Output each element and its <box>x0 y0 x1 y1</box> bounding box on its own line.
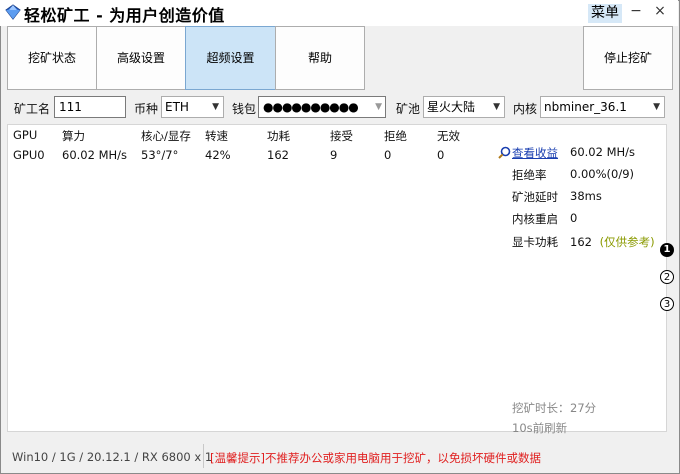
table-cell: 162 <box>267 148 289 162</box>
window-title: 轻松矿工 - 为用户创造价值 <box>24 6 225 25</box>
hashrate-value: 60.02 MH/s <box>570 145 636 159</box>
page-3-button[interactable]: 3 <box>660 297 674 311</box>
coin-select[interactable]: ETH ▼ <box>161 96 224 118</box>
pool-latency-label: 矿池延时 <box>512 190 558 204</box>
gpu-power-number: 162 <box>570 235 592 249</box>
gpu-table-header: 功耗 <box>267 129 290 143</box>
worker-name-label: 矿工名 <box>14 102 51 116</box>
chevron-down-icon: ▼ <box>375 102 382 112</box>
pool-select[interactable]: 星火大陆 ▼ <box>423 96 505 118</box>
minimize-button[interactable]: − <box>628 3 644 23</box>
page-1-button[interactable]: 1 <box>660 243 674 257</box>
status-divider <box>203 444 204 468</box>
reject-rate-label: 拒绝率 <box>512 168 547 182</box>
table-cell: 60.02 MH/s <box>62 148 128 162</box>
coin-select-value: ETH <box>165 100 189 114</box>
page-2-button[interactable]: 2 <box>660 270 674 284</box>
close-button[interactable]: × <box>652 3 668 23</box>
pool-latency-value: 38ms <box>570 189 602 203</box>
reject-rate-value: 0.00%(0/9) <box>570 167 635 181</box>
tab-advanced-settings[interactable]: 高级设置 <box>96 26 186 90</box>
gpu-table-header: 核心/显存 <box>141 129 191 143</box>
coin-label: 币种 <box>134 102 159 116</box>
stop-mining-button[interactable]: 停止挖矿 <box>583 26 673 90</box>
gpu-power-label: 显卡功耗 <box>512 235 558 249</box>
chevron-down-icon: ▼ <box>653 102 660 112</box>
kernel-select-value: nbminer_36.1 <box>544 100 627 114</box>
gpu-table-header: 拒绝 <box>384 129 407 143</box>
pool-label: 矿池 <box>396 102 421 116</box>
warning-text: [温馨提示]不推荐办公或家用电脑用于挖矿，以免损坏硬件或数据 <box>210 451 541 465</box>
table-cell: 42% <box>205 148 231 162</box>
tab-help[interactable]: 帮助 <box>275 26 365 90</box>
gpu-power-note: (仅供参考) <box>599 235 655 249</box>
title-bar: 轻松矿工 - 为用户创造价值 菜单 − × <box>0 0 678 26</box>
system-info-text: Win10 / 1G / 20.12.1 / RX 6800 x 1 <box>12 450 213 464</box>
app-logo-icon <box>5 4 21 20</box>
wallet-input[interactable]: ●●●●●●●●●● ▼ <box>258 96 386 118</box>
chevron-down-icon: ▼ <box>212 102 219 112</box>
kernel-select[interactable]: nbminer_36.1 ▼ <box>540 96 665 118</box>
gpu-table-header: 接受 <box>330 129 353 143</box>
gpu-table-header: 转速 <box>205 129 228 143</box>
kernel-restart-label: 内核重启 <box>512 212 558 226</box>
tab-mining-status[interactable]: 挖矿状态 <box>7 26 97 90</box>
gpu-table-header: 算力 <box>62 129 85 143</box>
chevron-down-icon: ▼ <box>493 102 500 112</box>
mining-time-value: 27分 <box>570 401 597 415</box>
kernel-restart-value: 0 <box>570 211 578 225</box>
gpu-status-panel <box>7 124 667 432</box>
table-cell: 0 <box>437 148 445 162</box>
kernel-label: 内核 <box>513 102 538 116</box>
table-cell: 53°/7° <box>141 148 179 162</box>
search-icon <box>498 146 511 159</box>
table-cell: 9 <box>330 148 338 162</box>
mining-time-label: 挖矿时长： <box>512 401 570 415</box>
table-cell: 0 <box>384 148 392 162</box>
tab-overclock-settings[interactable]: 超频设置 <box>185 26 276 90</box>
refresh-time-text: 10s前刷新 <box>512 421 568 435</box>
gpu-power-value: 162 (仅供参考) <box>570 234 655 250</box>
worker-name-input[interactable]: 111 <box>54 96 126 118</box>
gpu-table-header: GPU <box>13 128 38 142</box>
wallet-label: 钱包 <box>232 102 257 116</box>
menu-button[interactable]: 菜单 <box>588 4 622 23</box>
wallet-masked-value: ●●●●●●●●●● <box>263 100 359 114</box>
pool-select-value: 星火大陆 <box>427 100 476 114</box>
view-earnings-link[interactable]: 查看收益 <box>512 145 558 161</box>
table-cell: GPU0 <box>13 148 45 162</box>
gpu-table-header: 无效 <box>437 129 460 143</box>
